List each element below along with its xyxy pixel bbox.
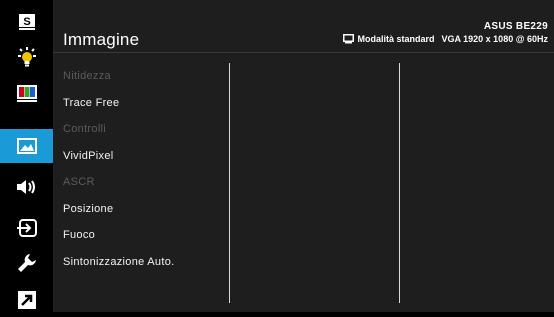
menu-item-aspect-control: Controlli (63, 123, 107, 135)
sidebar-item-input-select[interactable] (0, 211, 53, 245)
column-divider (229, 63, 230, 303)
monitor-info: ASUS BE229 Modalità standard VGA 1920 x … (343, 21, 548, 44)
light-bulb-icon (17, 47, 36, 67)
sidebar-item-blue-light-filter[interactable] (0, 40, 53, 74)
menu-item-ascr: ASCR (63, 176, 95, 188)
picture-icon (16, 138, 37, 154)
menu-item-focus[interactable]: Fuoco (63, 224, 223, 251)
s-splendid-icon: S (18, 14, 35, 30)
menu-item-position[interactable]: Posizione (63, 198, 223, 225)
input-info: VGA 1920 x 1080 @ 60Hz (441, 34, 548, 44)
page-title: Immagine (63, 30, 140, 49)
sidebar-item-system-setup[interactable] (0, 246, 53, 280)
svg-text:S: S (23, 16, 30, 28)
input-select-icon (16, 219, 37, 237)
mode-label: Modalità standard (357, 34, 435, 44)
image-menu-panel: Immagine ASUS BE229 Modalità standard VG… (53, 0, 554, 312)
menu-item-auto-adjust[interactable]: Sintonizzazione Auto. (63, 251, 223, 278)
wrench-icon (17, 254, 36, 272)
model-name: ASUS BE229 (483, 21, 548, 32)
sidebar-item-splendid[interactable]: S (0, 5, 53, 39)
monitor-icon (343, 34, 355, 44)
menu-item-vividpixel[interactable]: VividPixel (63, 145, 223, 172)
sidebar-item-color[interactable] (0, 76, 53, 110)
image-menu-list: Nitidezza Trace Free Controlli VividPixe… (63, 65, 223, 277)
menu-item-sharpness: Nitidezza (63, 70, 111, 82)
speaker-icon (16, 180, 35, 194)
header-divider (53, 52, 554, 53)
sidebar-item-image[interactable] (0, 129, 53, 163)
menu-item-trace-free[interactable]: Trace Free (63, 92, 223, 119)
column-divider (399, 63, 400, 303)
sidebar-item-sound[interactable] (0, 170, 53, 204)
shortcut-arrow-icon (17, 291, 36, 309)
color-bars-icon (16, 85, 37, 102)
status-line: Modalità standard VGA 1920 x 1080 @ 60Hz (343, 34, 548, 44)
sidebar: S (0, 0, 53, 312)
